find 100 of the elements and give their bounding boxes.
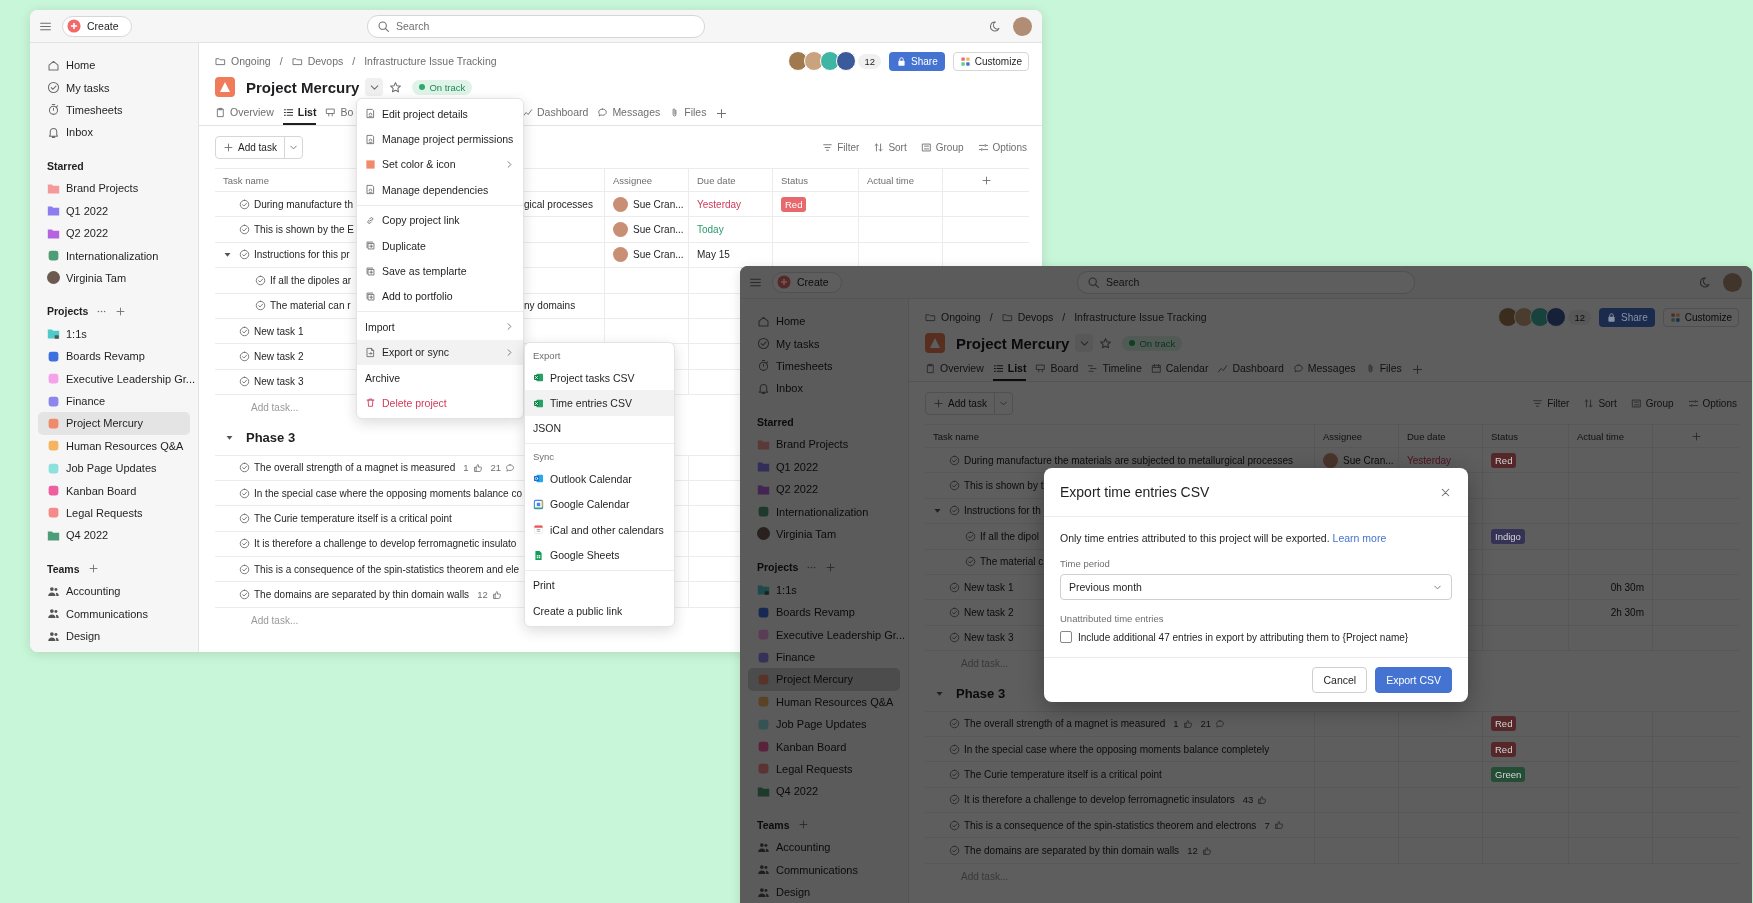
menu-item[interactable]: Print — [525, 572, 674, 599]
task-name[interactable]: The domains are separated by thin domain walls — [254, 589, 470, 601]
menu-item[interactable]: JSON — [525, 415, 674, 442]
time-period-dropdown[interactable]: Previous month — [1060, 574, 1452, 600]
menu-item[interactable]: Project tasks CSV — [525, 365, 674, 391]
sidebar-item[interactable]: My tasks — [748, 332, 900, 355]
sidebar-item[interactable]: Home — [38, 54, 190, 77]
sidebar-item[interactable]: Q1 2022 — [38, 199, 190, 222]
sidebar-item[interactable]: 1:1s — [748, 578, 900, 602]
add-task-link[interactable]: Add task... — [215, 615, 299, 627]
status-tag[interactable]: Red — [781, 196, 807, 212]
toolbar-button[interactable]: Options — [1685, 397, 1739, 409]
sidebar-item[interactable]: Accounting — [748, 836, 900, 859]
add-tab-icon[interactable] — [1410, 362, 1424, 376]
caret-icon[interactable] — [223, 250, 232, 260]
task-name[interactable]: It is therefore a challenge to develop ferromagnetic insulators — [964, 794, 1235, 806]
task-name[interactable]: In the special case where the opposing moments balance completely — [964, 743, 1270, 755]
add-icon[interactable] — [825, 561, 837, 573]
sidebar-item[interactable]: Timesheets — [748, 354, 900, 378]
task-name[interactable]: The material c — [980, 556, 1044, 568]
tab[interactable]: Files — [1364, 357, 1402, 381]
sidebar-item[interactable]: Internationalization — [38, 244, 190, 267]
customize-button[interactable]: Customize — [952, 51, 1029, 71]
create-button[interactable]: Create — [772, 271, 842, 293]
sidebar-item[interactable]: Q1 2022 — [748, 455, 900, 478]
breadcrumb-link[interactable]: Devops — [1017, 311, 1054, 323]
add-task-button[interactable]: Add task — [215, 135, 303, 159]
menu-item[interactable]: Duplicate — [357, 232, 523, 259]
tab[interactable]: List — [992, 357, 1027, 381]
task-name[interactable]: During manufacture th — [254, 198, 353, 210]
menu-item[interactable]: Set color & icon — [357, 151, 523, 178]
due-date[interactable]: May 15 — [697, 249, 730, 261]
user-avatar[interactable] — [1723, 272, 1742, 292]
cancel-button[interactable]: Cancel — [1312, 667, 1368, 693]
menu-item[interactable]: Manage dependencies — [357, 177, 523, 203]
toolbar-button[interactable]: Filter — [820, 141, 862, 153]
checkbox-label[interactable]: Include additional 47 entries in export by attributing them to {Project name} — [1078, 631, 1409, 643]
sidebar-item[interactable]: Q2 2022 — [38, 221, 190, 245]
tab[interactable]: Overview — [925, 357, 984, 381]
menu-item[interactable]: Archive — [357, 364, 523, 391]
breadcrumb-link[interactable]: Infrastructure Issue Tracking — [364, 55, 497, 67]
task-name[interactable]: It is therefore a challenge to develop ferromagnetic insulato — [254, 538, 517, 550]
task-name[interactable]: The overall strength of a magnet is measured — [254, 462, 456, 474]
menu-item[interactable]: Time entries CSV — [525, 390, 674, 416]
task-name[interactable]: ny domains — [524, 300, 576, 312]
customize-button[interactable]: Customize — [1662, 307, 1739, 327]
toolbar-button[interactable]: Group — [918, 141, 966, 153]
assignee-name[interactable]: Sue Cran... — [633, 224, 684, 236]
sidebar-item[interactable]: Timesheets — [38, 98, 190, 122]
share-button[interactable]: Share — [889, 51, 945, 71]
moon-icon[interactable] — [988, 19, 1001, 33]
toolbar-button[interactable]: Options — [975, 141, 1029, 153]
menu-item[interactable]: Outlook Calendar — [525, 466, 674, 492]
tab[interactable]: Calendar — [1150, 357, 1209, 381]
task-name[interactable]: New task 2 — [964, 607, 1014, 619]
breadcrumb-link[interactable]: Infrastructure Issue Tracking — [1074, 311, 1207, 323]
toolbar-button[interactable]: Sort — [1581, 397, 1619, 409]
sidebar-item[interactable]: Design — [38, 624, 190, 648]
add-column-icon[interactable] — [1690, 430, 1702, 442]
status-tag[interactable]: Indigo — [1491, 528, 1525, 544]
sidebar-item[interactable]: Home — [748, 310, 900, 333]
task-name[interactable]: This is shown by the E — [254, 224, 355, 236]
sidebar-item[interactable]: Job Page Updates — [748, 713, 900, 736]
search-field[interactable]: Search — [1077, 270, 1415, 294]
menu-item[interactable]: Copy project link — [357, 207, 523, 233]
task-name[interactable]: New task 1 — [254, 325, 304, 337]
task-name[interactable]: The overall strength of a magnet is measured — [964, 718, 1166, 730]
sidebar-item[interactable]: Brand Projects — [38, 177, 190, 200]
sidebar-item[interactable]: Communications — [38, 602, 190, 625]
status-tag[interactable]: Red — [1491, 716, 1517, 732]
sidebar-item[interactable]: My tasks — [38, 76, 190, 99]
task-name[interactable]: Instructions for th — [964, 505, 1041, 517]
task-name[interactable]: New task 3 — [254, 376, 304, 388]
sidebar-item[interactable]: Communications — [748, 858, 900, 881]
tab[interactable]: Messages — [597, 101, 661, 125]
toolbar-button[interactable]: Sort — [871, 141, 909, 153]
project-menu-button[interactable] — [1075, 334, 1094, 352]
menu-item[interactable]: Google Sheets — [525, 542, 674, 568]
task-name[interactable]: If all the dipol — [980, 530, 1039, 542]
task-name[interactable]: The domains are separated by thin domain walls — [964, 845, 1180, 857]
tab[interactable]: Files — [669, 101, 707, 125]
sidebar-item[interactable]: Virginia Tam — [38, 266, 190, 290]
sidebar-item[interactable]: Boards Revamp — [748, 601, 900, 624]
task-name[interactable]: This is a consequence of the spin-statistics theorem and ele — [254, 563, 520, 575]
task-name[interactable]: gical processes — [524, 198, 593, 210]
sidebar-item[interactable]: Brand Projects — [748, 433, 900, 456]
add-icon[interactable] — [115, 305, 127, 317]
sidebar-item[interactable]: Finance — [38, 389, 190, 413]
star-icon[interactable] — [389, 80, 403, 94]
task-name[interactable]: If all the dipoles ar — [270, 274, 352, 286]
menu-item[interactable]: Edit project details — [357, 101, 523, 127]
due-date[interactable]: Today — [697, 224, 724, 236]
menu-item[interactable]: Export or sync — [357, 339, 523, 365]
sidebar-item[interactable]: Design — [748, 880, 900, 903]
menu-item[interactable]: Delete project — [357, 390, 523, 416]
breadcrumb-link[interactable]: Devops — [307, 55, 344, 67]
sidebar-item[interactable]: 1:1s — [38, 322, 190, 346]
tab[interactable]: Bo — [325, 101, 354, 125]
status-tag[interactable]: Red — [1491, 452, 1517, 468]
tab[interactable]: Overview — [215, 101, 274, 125]
